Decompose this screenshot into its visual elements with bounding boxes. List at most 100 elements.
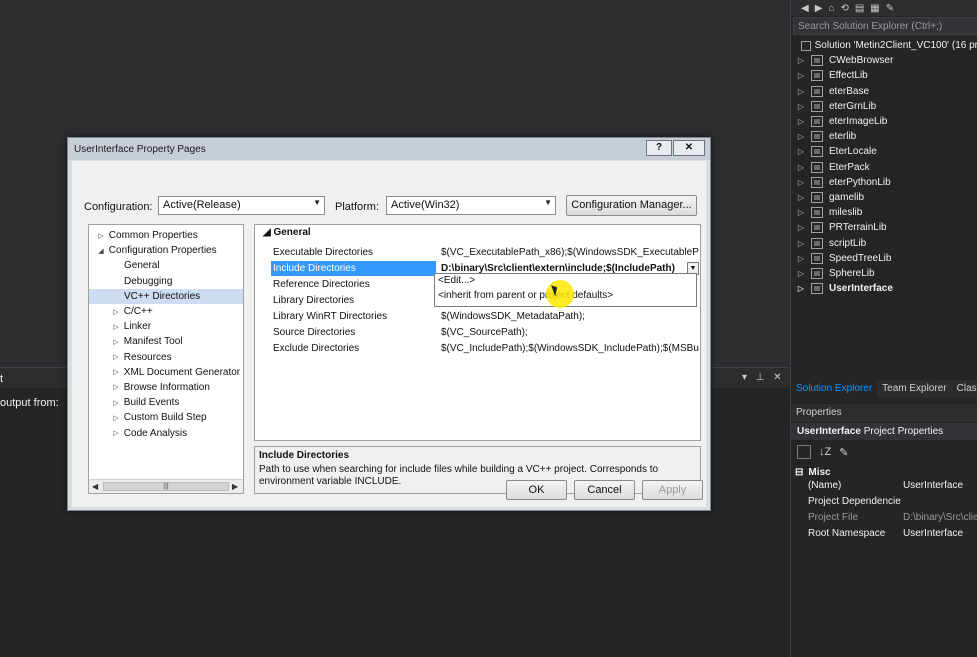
- tree-node[interactable]: ▷ XML Document Generator: [89, 365, 243, 380]
- project-node[interactable]: ▷ eterGrnLib: [791, 99, 977, 114]
- expand-arrow-icon[interactable]: ▷: [791, 56, 805, 65]
- dialog-titlebar[interactable]: UserInterface Property Pages ? ✕: [68, 138, 710, 160]
- tree-node[interactable]: ▷ Browse Information: [89, 380, 243, 395]
- wrench-icon[interactable]: ✎: [886, 3, 894, 14]
- expand-arrow-icon[interactable]: ▷: [791, 254, 805, 263]
- expand-arrow-icon[interactable]: ▷: [111, 429, 121, 437]
- expand-arrow-icon[interactable]: ▷: [791, 223, 805, 232]
- project-node[interactable]: ▷ PRTerrainLib: [791, 220, 977, 235]
- horizontal-scrollbar[interactable]: ◀ ||| ▶: [89, 479, 243, 493]
- property-row[interactable]: Project File D:\binary\Src\clie: [791, 512, 977, 528]
- project-node[interactable]: ▷ eterlib: [791, 129, 977, 144]
- properties-category[interactable]: ⊟ Misc: [791, 464, 977, 480]
- solution-node[interactable]: Solution 'Metin2Client_VC100' (16 pr: [791, 38, 977, 53]
- tree-node[interactable]: ▷ Linker: [89, 319, 243, 334]
- project-node[interactable]: ▷ SphereLib: [791, 266, 977, 281]
- expand-arrow-icon[interactable]: ▷: [791, 178, 805, 187]
- tree-node[interactable]: ▷ Common Properties: [89, 228, 243, 243]
- property-row[interactable]: (Name) UserInterface: [791, 480, 977, 496]
- expand-arrow-icon[interactable]: ▷: [96, 232, 106, 240]
- categorized-icon[interactable]: [797, 445, 811, 459]
- grid-row[interactable]: Executable Directories $(VC_ExecutablePat…: [255, 245, 700, 261]
- ok-button[interactable]: OK: [506, 480, 567, 500]
- configuration-select[interactable]: Active(Release) ▼: [158, 196, 325, 215]
- tab-class-view[interactable]: Class: [952, 380, 977, 398]
- tree-node[interactable]: ▷ Custom Build Step: [89, 410, 243, 425]
- tree-node[interactable]: ◢ Configuration Properties: [89, 243, 243, 258]
- project-node[interactable]: ▷ mileslib: [791, 205, 977, 220]
- close-button[interactable]: ✕: [673, 140, 705, 156]
- expand-arrow-icon[interactable]: ▷: [791, 102, 805, 111]
- expand-arrow-icon[interactable]: ▷: [791, 117, 805, 126]
- property-row[interactable]: Project Dependencie: [791, 496, 977, 512]
- platform-select[interactable]: Active(Win32) ▼: [386, 196, 556, 215]
- expand-arrow-icon[interactable]: ▷: [791, 163, 805, 172]
- cancel-button[interactable]: Cancel: [574, 480, 635, 500]
- project-node[interactable]: ▷ gamelib: [791, 190, 977, 205]
- tab-solution-explorer[interactable]: Solution Explorer: [791, 380, 878, 398]
- grid-row[interactable]: Library WinRT Directories $(WindowsSDK_Me…: [255, 309, 700, 325]
- tree-node[interactable]: ▷ Build Events: [89, 395, 243, 410]
- project-node[interactable]: ▷ eterBase: [791, 84, 977, 99]
- properties-object-selector[interactable]: UserInterface Project Properties: [791, 423, 977, 440]
- tree-node[interactable]: Debugging: [89, 274, 243, 289]
- project-node[interactable]: ▷ eterImageLib: [791, 114, 977, 129]
- project-icon: [811, 70, 823, 82]
- expand-arrow-icon[interactable]: ▷: [111, 414, 121, 422]
- forward-icon[interactable]: ▶: [815, 3, 823, 14]
- collapse-icon[interactable]: ▤: [855, 3, 864, 14]
- output-panel-controls[interactable]: ▾ ⊥ ✕: [742, 372, 785, 383]
- tree-node[interactable]: ▷ Resources: [89, 350, 243, 365]
- scroll-left-icon[interactable]: ◀: [92, 482, 98, 491]
- expand-arrow-icon[interactable]: ▷: [791, 147, 805, 156]
- grid-row[interactable]: Source Directories $(VC_SourcePath);: [255, 325, 700, 341]
- expand-arrow-icon[interactable]: ▷: [111, 353, 121, 361]
- property-pages-icon[interactable]: ✎: [839, 446, 848, 459]
- project-node[interactable]: ▷ EterPack: [791, 160, 977, 175]
- apply-button[interactable]: Apply: [642, 480, 703, 500]
- grid-row[interactable]: Exclude Directories $(VC_IncludePath);$(W…: [255, 341, 700, 357]
- property-row[interactable]: Root Namespace UserInterface: [791, 528, 977, 544]
- expand-arrow-icon[interactable]: ▷: [791, 193, 805, 202]
- back-icon[interactable]: ◀: [801, 3, 809, 14]
- scroll-thumb[interactable]: |||: [103, 482, 229, 491]
- project-node[interactable]: ▷ EffectLib: [791, 68, 977, 83]
- expand-arrow-icon[interactable]: ▷: [111, 338, 121, 346]
- project-node[interactable]: ▷ EterLocale: [791, 144, 977, 159]
- help-button[interactable]: ?: [646, 140, 672, 156]
- expand-arrow-icon[interactable]: ▷: [111, 383, 121, 391]
- tree-node[interactable]: ▷ Manifest Tool: [89, 334, 243, 349]
- project-node[interactable]: ▷ eterPythonLib: [791, 175, 977, 190]
- expand-arrow-icon[interactable]: ▷: [791, 71, 805, 80]
- expand-arrow-icon[interactable]: ▷: [111, 308, 121, 316]
- project-node[interactable]: ▷ CWebBrowser: [791, 53, 977, 68]
- collapse-category-icon[interactable]: ⊟: [795, 467, 803, 478]
- configuration-manager-button[interactable]: Configuration Manager...: [566, 195, 697, 216]
- tree-node[interactable]: ▷ Code Analysis: [89, 425, 243, 440]
- expand-arrow-icon[interactable]: ▷: [791, 208, 805, 217]
- scroll-right-icon[interactable]: ▶: [232, 482, 238, 491]
- tree-node[interactable]: VC++ Directories: [89, 288, 243, 304]
- alphabetical-icon[interactable]: ↓Z: [819, 446, 831, 458]
- project-node[interactable]: ▷ UserInterface: [791, 281, 977, 296]
- expand-arrow-icon[interactable]: ▷: [791, 284, 805, 293]
- expand-arrow-icon[interactable]: ▷: [791, 132, 805, 141]
- project-node[interactable]: ▷ scriptLib: [791, 235, 977, 250]
- expand-arrow-icon[interactable]: ◢: [96, 247, 106, 255]
- tree-node[interactable]: General: [89, 258, 243, 273]
- expand-arrow-icon[interactable]: ▷: [111, 368, 121, 376]
- expand-arrow-icon[interactable]: ▷: [791, 87, 805, 96]
- grid-category[interactable]: ◢ General: [255, 227, 311, 243]
- solution-explorer-search-input[interactable]: Search Solution Explorer (Ctrl+;): [793, 17, 977, 35]
- tab-team-explorer[interactable]: Team Explorer: [877, 380, 951, 398]
- tree-node[interactable]: ▷ C/C++: [89, 304, 243, 319]
- expand-arrow-icon[interactable]: ▷: [791, 269, 805, 278]
- expand-arrow-icon[interactable]: ▷: [111, 323, 121, 331]
- show-all-files-icon[interactable]: ▦: [870, 3, 879, 14]
- expand-arrow-icon[interactable]: ▷: [791, 239, 805, 248]
- home-icon[interactable]: ⌂: [828, 3, 834, 14]
- expand-arrow-icon[interactable]: ▷: [111, 399, 121, 407]
- tree-node-label: Code Analysis: [123, 427, 188, 439]
- project-node[interactable]: ▷ SpeedTreeLib: [791, 251, 977, 266]
- sync-icon[interactable]: ⟲: [840, 3, 848, 14]
